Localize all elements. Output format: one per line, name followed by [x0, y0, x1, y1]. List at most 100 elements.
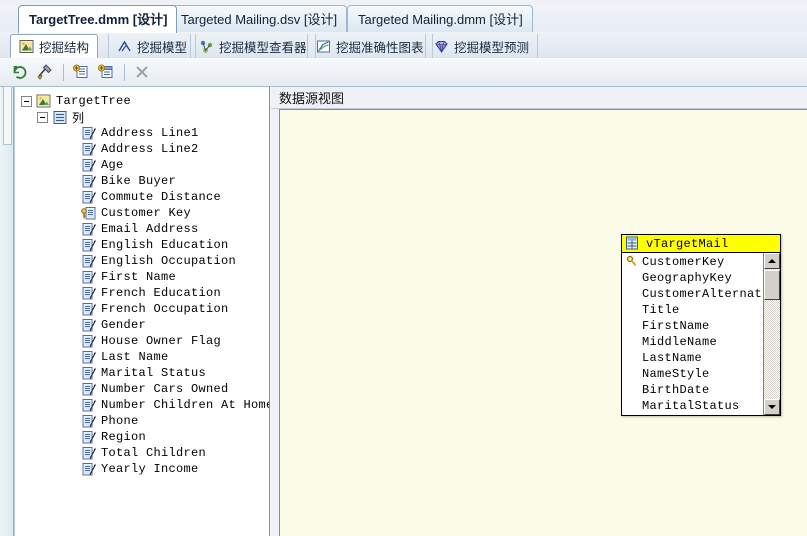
diagram-canvas[interactable]: vTargetMail CustomerKey GeographyKey Custo…	[279, 109, 807, 536]
add-column-button[interactable]	[94, 61, 118, 83]
table-field-row[interactable]: NameStyle	[622, 366, 761, 382]
tree-node-column[interactable]: Address Line1	[15, 125, 269, 141]
tab-mining-model-prediction[interactable]: 挖掘模型预测	[425, 34, 539, 58]
tree-node-targettree[interactable]: TargetTree	[15, 93, 269, 109]
tree-node-column[interactable]: English Education	[15, 237, 269, 253]
column-icon	[81, 382, 97, 397]
tree-node-column[interactable]: Phone	[15, 413, 269, 429]
column-icon	[81, 366, 97, 381]
mining-model-prediction-icon	[434, 39, 449, 54]
table-field-row[interactable]: CustomerKey	[622, 254, 761, 270]
tree-node-column[interactable]: Address Line2	[15, 141, 269, 157]
table-node-header[interactable]: vTargetMail	[622, 235, 780, 253]
add-model-button[interactable]	[69, 61, 93, 83]
tree-node-label: Email Address	[101, 222, 199, 236]
table-field-row[interactable]: LastName	[622, 350, 761, 366]
tree-node-column[interactable]: French Occupation	[15, 301, 269, 317]
table-field-row[interactable]: Title	[622, 302, 761, 318]
tree-node-column[interactable]: Marital Status	[15, 365, 269, 381]
field-icon-placeholder	[626, 399, 639, 413]
collapsed-dock-strip[interactable]	[0, 87, 14, 536]
tree-node-column[interactable]: Last Name	[15, 349, 269, 365]
tree-column-nodes: Address Line1 Address Line2 Age Bike Buyer C…	[15, 125, 269, 477]
scroll-up-button[interactable]	[764, 253, 780, 269]
mining-structure-tree-panel[interactable]: TargetTree 列 Address Line1 Address Line2 A…	[14, 87, 270, 536]
table-field-label: FirstName	[642, 319, 710, 333]
tree-node-column[interactable]: Email Address	[15, 221, 269, 237]
refresh-icon	[13, 66, 27, 79]
mining-structure-designer: TargetTree.dmm [设计] Targeted Mailing.dsv…	[0, 0, 807, 536]
tree-node-label: TargetTree	[56, 94, 132, 108]
field-list-scrollbar[interactable]	[763, 253, 780, 415]
process-button[interactable]	[33, 61, 57, 83]
collapsed-dock-tab[interactable]	[3, 87, 12, 145]
column-icon	[81, 398, 97, 413]
mining-model-icon	[117, 39, 132, 54]
tree-node-column[interactable]: Region	[15, 429, 269, 445]
tree-node-label: Commute Distance	[101, 190, 222, 204]
table-field-row[interactable]: CustomerAlternat...	[622, 286, 780, 302]
tab-mining-structure[interactable]: 挖掘结构	[10, 34, 99, 58]
table-field-row[interactable]: MiddleName	[622, 334, 761, 350]
tree-node-column[interactable]: Gender	[15, 317, 269, 333]
tree-node-column[interactable]: English Occupation	[15, 253, 269, 269]
tab-mining-model-viewer[interactable]: 挖掘模型查看器	[190, 34, 316, 58]
table-icon	[625, 236, 641, 251]
refresh-structure-button[interactable]	[8, 61, 32, 83]
tab-mining-accuracy-chart[interactable]: 挖掘准确性图表	[307, 34, 433, 58]
table-field-row[interactable]: BirthDate	[622, 382, 761, 398]
tree-node-label: Marital Status	[101, 366, 207, 380]
tree-node-column[interactable]: Number Cars Owned	[15, 381, 269, 397]
table-field-label: LastName	[642, 351, 703, 365]
table-field-label: GeographyKey	[642, 271, 733, 285]
table-field-list[interactable]: CustomerKey GeographyKey CustomerAlternat.…	[622, 253, 780, 415]
tree-node-columns-group[interactable]: 列	[15, 109, 269, 126]
tree-node-label: Region	[101, 430, 147, 444]
structure-toolbar	[0, 58, 807, 87]
table-field-row[interactable]: GeographyKey	[622, 270, 761, 286]
tab-mining-model[interactable]: 挖掘模型	[108, 34, 197, 58]
tree-node-column[interactable]: House Owner Flag	[15, 333, 269, 349]
column-icon	[81, 414, 97, 429]
column-icon	[81, 334, 97, 349]
table-node-vtargetmail[interactable]: vTargetMail CustomerKey GeographyKey Custo…	[621, 234, 781, 416]
column-icon	[81, 174, 97, 189]
document-tab-targeted-mailing-dmm[interactable]: Targeted Mailing.dmm [设计]	[347, 5, 533, 32]
tree-node-column[interactable]: First Name	[15, 269, 269, 285]
column-icon	[81, 254, 97, 269]
field-icon-placeholder	[626, 271, 639, 285]
tree-node-column[interactable]: Number Children At Home	[15, 397, 269, 413]
column-icon	[81, 430, 97, 445]
expander-collapse-icon[interactable]	[37, 111, 48, 123]
field-icon-placeholder	[626, 367, 639, 381]
mining-structure-icon	[19, 39, 34, 54]
add-column-icon	[98, 64, 113, 78]
scroll-down-button[interactable]	[764, 399, 780, 415]
document-tab-label: Targeted Mailing.dsv [设计]	[181, 12, 338, 27]
table-field-row[interactable]: FirstName	[622, 318, 761, 334]
document-tab-label: TargetTree.dmm [设计]	[29, 12, 168, 27]
delete-button[interactable]	[130, 61, 154, 83]
scrollbar-thumb[interactable]	[764, 270, 780, 300]
tree-node-label: Last Name	[101, 350, 169, 364]
table-field-row[interactable]: Suffix	[622, 414, 761, 415]
expander-collapse-icon[interactable]	[21, 95, 32, 107]
document-tab-targeted-mailing-dsv[interactable]: Targeted Mailing.dsv [设计]	[170, 5, 348, 32]
tree-node-label: Gender	[101, 318, 147, 332]
tree-node-column[interactable]: Yearly Income	[15, 461, 269, 477]
document-tab-targettree-dmm[interactable]: TargetTree.dmm [设计]	[18, 5, 178, 33]
mining-structure-icon	[36, 94, 52, 109]
tree-node-column[interactable]: Age	[15, 157, 269, 173]
table-node-name: vTargetMail	[646, 236, 729, 251]
column-icon	[81, 302, 97, 317]
tree-node-column[interactable]: French Education	[15, 285, 269, 301]
field-icon-placeholder	[626, 287, 639, 301]
tab-label: 挖掘模型预测	[454, 40, 530, 55]
toolbar-separator	[124, 63, 125, 81]
tree-node-column[interactable]: Total Children	[15, 445, 269, 461]
table-field-row[interactable]: MaritalStatus	[622, 398, 761, 414]
tree-node-label: Age	[101, 158, 124, 172]
tree-node-column[interactable]: Bike Buyer	[15, 173, 269, 189]
tree-node-column[interactable]: Commute Distance	[15, 189, 269, 205]
tree-node-column[interactable]: Customer Key	[15, 205, 269, 221]
